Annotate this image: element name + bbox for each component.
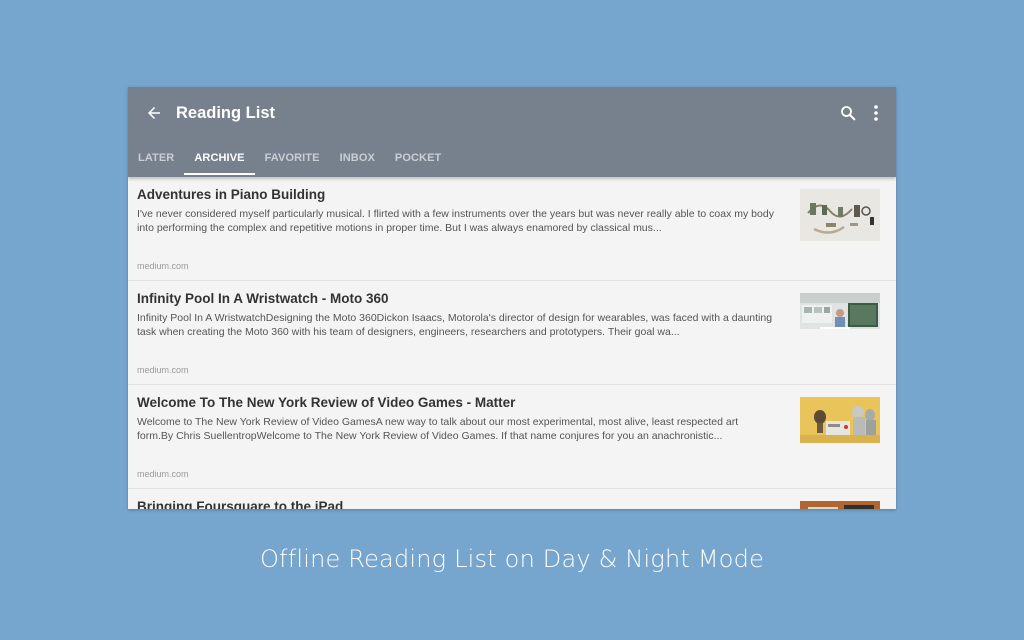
app-bar: Reading List LATER ARCHIVE FAVORITE INBO… [128,87,896,177]
promo-caption: Offline Reading List on Day & Night Mode [259,545,765,573]
article-source: medium.com [137,365,189,375]
back-button[interactable] [138,99,170,127]
article-thumbnail [800,501,880,509]
page-title: Reading List [176,104,276,122]
list-item[interactable]: Bringing Foursquare to the iPad [128,489,896,509]
article-source: medium.com [137,469,189,479]
list-item[interactable]: Adventures in Piano Building I've never … [128,177,896,281]
article-excerpt: I've never considered myself particularl… [137,208,774,234]
tab-later[interactable]: LATER [128,143,184,177]
search-icon [841,106,856,121]
article-title: Bringing Foursquare to the iPad [137,499,344,509]
article-source: medium.com [137,261,189,271]
article-excerpt: Welcome to The New York Review of Video … [137,416,739,442]
search-button[interactable] [836,101,860,125]
reading-list-app: Reading List LATER ARCHIVE FAVORITE INBO… [128,87,896,509]
article-list: Adventures in Piano Building I've never … [128,177,896,509]
article-thumbnail [800,189,880,241]
list-item[interactable]: Welcome To The New York Review of Video … [128,385,896,489]
more-options-button[interactable] [866,101,886,125]
article-excerpt: Infinity Pool In A WristwatchDesigning t… [137,312,773,338]
tab-pocket[interactable]: POCKET [385,143,451,177]
article-title: Welcome To The New York Review of Video … [137,395,516,410]
article-title: Infinity Pool In A Wristwatch - Moto 360 [137,291,389,306]
tab-archive[interactable]: ARCHIVE [184,143,255,177]
list-item[interactable]: Infinity Pool In A Wristwatch - Moto 360… [128,281,896,385]
article-title: Adventures in Piano Building [137,187,326,202]
tab-inbox[interactable]: INBOX [330,143,385,177]
article-thumbnail [800,397,880,449]
more-vert-icon [874,105,878,121]
article-thumbnail [800,293,880,345]
arrow-left-icon [148,107,160,119]
tab-bar: LATER ARCHIVE FAVORITE INBOX POCKET [128,143,451,177]
tab-favorite[interactable]: FAVORITE [255,143,330,177]
